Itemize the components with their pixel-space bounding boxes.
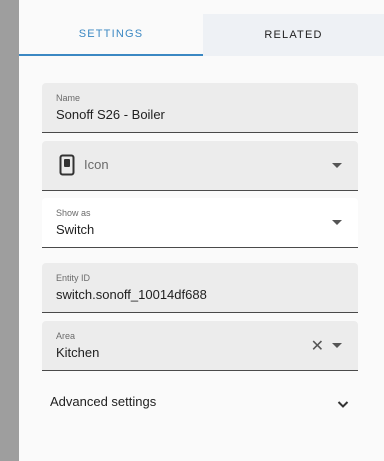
advanced-settings-expander[interactable]: Advanced settings	[50, 386, 350, 416]
entity-id-field[interactable]: Entity ID switch.sonoff_10014df688	[42, 263, 358, 313]
switch-outlet-icon	[59, 154, 75, 176]
entity-id-label: Entity ID	[56, 273, 91, 283]
name-label: Name	[56, 93, 81, 103]
area-dropdown-arrow-icon[interactable]	[332, 343, 342, 348]
entity-settings-dialog: SETTINGS RELATED Name Sonoff S26 - Boile…	[19, 0, 384, 461]
name-value: Sonoff S26 - Boiler	[56, 107, 165, 122]
clear-icon[interactable]: ✕	[311, 339, 324, 355]
icon-placeholder: Icon	[84, 157, 109, 172]
name-field[interactable]: Name Sonoff S26 - Boiler	[42, 83, 358, 133]
tab-related[interactable]: RELATED	[203, 14, 384, 56]
icon-picker-field[interactable]: Icon	[42, 141, 358, 191]
show-as-select[interactable]: Show as Switch	[42, 198, 358, 248]
backdrop-scrim	[0, 0, 19, 461]
show-as-label: Show as	[56, 208, 91, 218]
tab-bar: SETTINGS RELATED	[19, 14, 384, 56]
chevron-down-icon[interactable]	[337, 397, 349, 408]
area-select[interactable]: Area Kitchen ✕	[42, 321, 358, 371]
icon-dropdown-arrow-icon[interactable]	[332, 163, 342, 168]
area-label: Area	[56, 331, 76, 341]
show-as-value: Switch	[56, 222, 95, 237]
tab-settings[interactable]: SETTINGS	[19, 14, 203, 56]
area-value: Kitchen	[56, 345, 100, 360]
show-as-dropdown-arrow-icon[interactable]	[332, 220, 342, 225]
advanced-settings-label: Advanced settings	[50, 393, 157, 409]
entity-id-value: switch.sonoff_10014df688	[56, 287, 207, 302]
